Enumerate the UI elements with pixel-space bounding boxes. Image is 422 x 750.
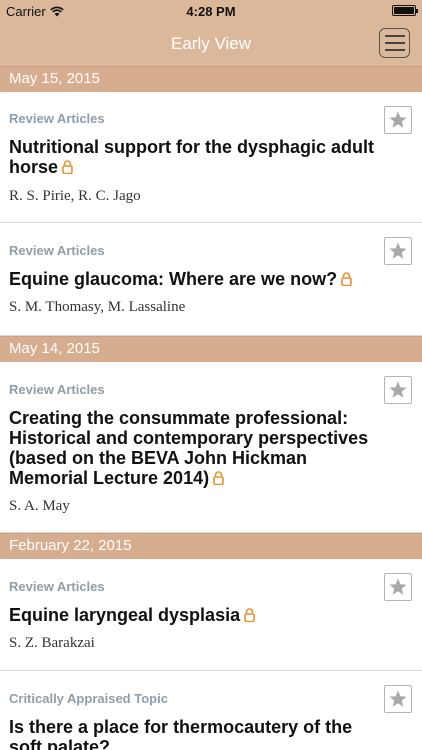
star-icon [389, 111, 407, 128]
favorite-button[interactable] [384, 376, 412, 404]
page-title: Early View [171, 34, 251, 53]
article-title[interactable]: Creating the consummate professional: Hi… [9, 408, 382, 488]
article-authors: S. A. May [9, 498, 70, 514]
menu-button[interactable] [379, 28, 410, 58]
menu-icon [384, 35, 405, 37]
star-icon [389, 578, 407, 595]
navigation-bar: Early View [0, 22, 422, 66]
section-header-may-14: May 14, 2015 [0, 336, 422, 362]
article-category: Review Articles [9, 382, 105, 397]
article-row[interactable]: Review Articles Equine laryngeal dysplas… [0, 559, 422, 671]
star-icon [389, 690, 407, 707]
star-icon [389, 381, 407, 398]
article-category: Review Articles [9, 243, 105, 258]
status-bar: Carrier 4:28 PM [0, 0, 422, 22]
star-icon [389, 242, 407, 259]
open-access-lock-icon [213, 471, 224, 485]
clock: 4:28 PM [186, 4, 236, 19]
open-access-lock-icon [62, 160, 73, 174]
article-category: Critically Appraised Topic [9, 691, 168, 706]
article-title[interactable]: Equine glaucoma: Where are we now? [9, 269, 382, 289]
battery-icon [392, 5, 418, 16]
favorite-button[interactable] [384, 685, 412, 713]
article-authors: R. S. Pirie, R. C. Jago [9, 188, 141, 204]
article-title[interactable]: Nutritional support for the dysphagic ad… [9, 137, 382, 177]
article-authors: S. M. Thomasy, M. Lassaline [9, 299, 186, 315]
top-bar: Carrier 4:28 PM Early View [0, 0, 422, 66]
section-header-may-15: May 15, 2015 [0, 66, 422, 92]
favorite-button[interactable] [384, 573, 412, 601]
article-category: Review Articles [9, 579, 105, 594]
article-authors: S. Z. Barakzai [9, 635, 95, 651]
article-category: Review Articles [9, 111, 105, 126]
favorite-button[interactable] [384, 106, 412, 134]
favorite-button[interactable] [384, 237, 412, 265]
article-title[interactable]: Equine laryngeal dysplasia [9, 605, 382, 625]
section-header-feb-22: February 22, 2015 [0, 533, 422, 559]
open-access-lock-icon [341, 272, 352, 286]
article-row[interactable]: Review Articles Equine glaucoma: Where a… [0, 223, 422, 336]
article-row[interactable]: Review Articles Creating the consummate … [0, 362, 422, 533]
article-title[interactable]: Is there a place for thermocautery of th… [9, 717, 382, 750]
article-row[interactable]: Critically Appraised Topic Is there a pl… [0, 671, 422, 750]
article-row[interactable]: Review Articles Nutritional support for … [0, 92, 422, 223]
open-access-lock-icon [244, 608, 255, 622]
